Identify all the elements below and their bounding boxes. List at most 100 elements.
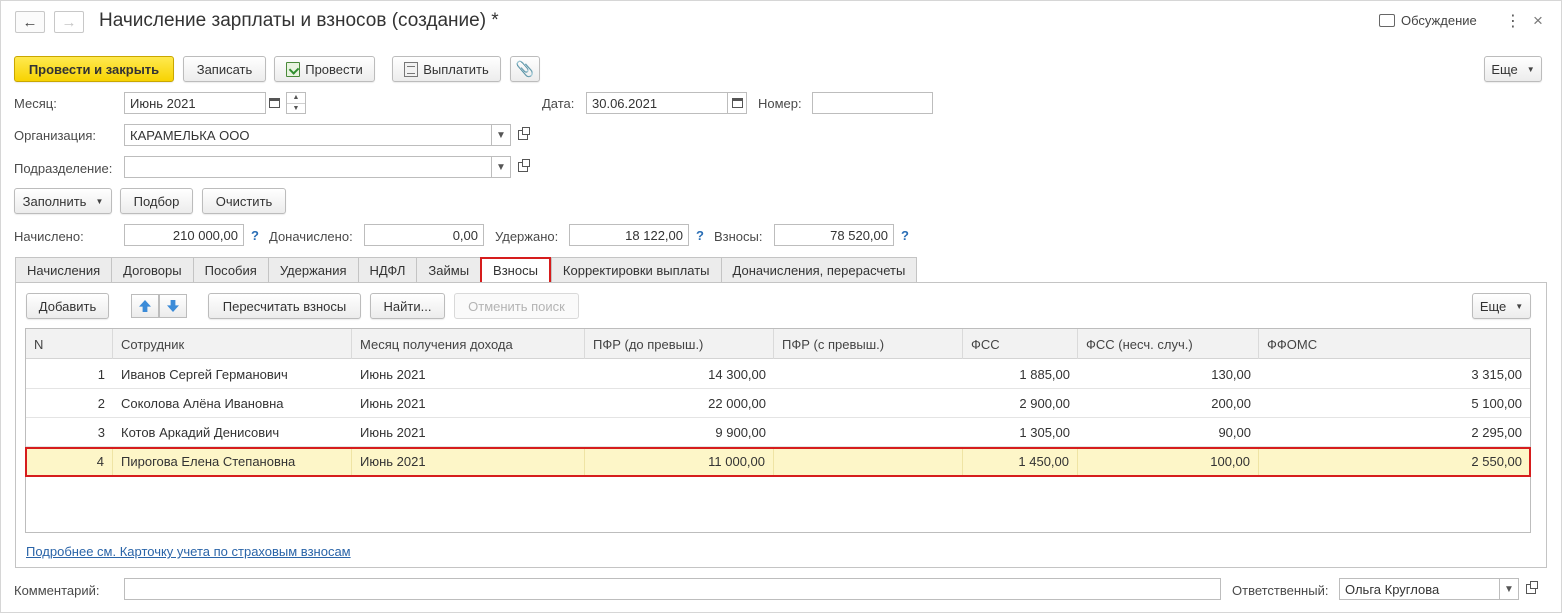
cell-pfr-above [774,447,963,476]
cell-n: 4 [26,447,113,476]
forward-button[interactable]: → [54,11,84,33]
tab-ndfl[interactable]: НДФЛ [357,257,417,283]
column-header-fss[interactable]: ФСС [963,329,1078,359]
discussion-label: Обсуждение [1401,13,1477,28]
organization-input[interactable]: КАРАМЕЛЬКА ООО [124,124,493,146]
month-input[interactable]: Июнь 2021 [124,92,266,114]
column-header-employee[interactable]: Сотрудник [113,329,352,359]
tab-recalculations[interactable]: Доначисления, перерасчеты [720,257,918,283]
find-button[interactable]: Найти... [370,293,445,319]
responsible-label: Ответственный: [1232,583,1329,598]
cell-income-month: Июнь 2021 [360,396,426,411]
clear-button[interactable]: Очистить [202,188,286,214]
table-header: N Сотрудник Месяц получения дохода ПФР (… [26,329,1530,359]
cell-income-month: Июнь 2021 [360,367,426,382]
add-row-button[interactable]: Добавить [26,293,109,319]
post-and-close-button[interactable]: Провести и закрыть [14,56,174,82]
organization-dropdown-button[interactable]: ▼ [491,124,511,146]
contributions-label: Взносы: [714,229,763,244]
column-header-income-month[interactable]: Месяц получения дохода [352,329,585,359]
cell-fss: 1 450,00 [963,447,1078,476]
date-input[interactable]: 30.06.2021 [586,92,728,114]
tab-accruals[interactable]: Начисления [15,257,112,283]
save-button[interactable]: Записать [183,56,266,82]
chevron-down-icon[interactable]: ▼ [287,104,305,114]
move-down-button[interactable] [159,294,187,318]
month-stepper[interactable]: ▲ ▼ [286,92,306,114]
contributions-help-icon[interactable]: ? [901,228,909,243]
chevron-down-icon: ▼ [95,196,104,206]
table-row[interactable]: 1 Иванов Сергей Германович Июнь 2021 14 … [26,360,1530,389]
tab-deductions[interactable]: Удержания [267,257,358,283]
department-input[interactable] [124,156,493,178]
chevron-down-icon: ▼ [1526,64,1535,74]
open-window-icon [518,127,530,140]
column-header-fss-accident[interactable]: ФСС (несч. случ.) [1078,329,1259,359]
table-row[interactable]: 3 Котов Аркадий Денисович Июнь 2021 9 90… [26,418,1530,447]
column-header-ffoms[interactable]: ФФОМС [1259,329,1530,359]
comment-input[interactable] [124,578,1221,600]
cell-employee: Котов Аркадий Денисович [121,425,280,440]
extra-accrued-label: Доначислено: [269,229,353,244]
add-label: Добавить [38,298,97,314]
clear-label: Очистить [215,193,273,209]
pay-button[interactable]: Выплатить [392,56,501,82]
number-label: Номер: [758,96,802,111]
more-label: Еще [1491,61,1518,77]
chat-icon [1379,14,1395,27]
responsible-dropdown-button[interactable]: ▼ [1499,578,1519,600]
column-header-pfr-above[interactable]: ПФР (с превыш.) [774,329,963,359]
tab-benefits[interactable]: Пособия [192,257,268,283]
fill-button[interactable]: Заполнить ▼ [14,188,112,214]
cell-ffoms: 2 295,00 [1471,425,1522,440]
tab-contributions[interactable]: Взносы [480,257,551,284]
tab-payment-adjustments[interactable]: Корректировки выплаты [550,257,721,283]
extra-accrued-value: 0,00 [364,224,484,246]
save-label: Записать [196,61,253,77]
withheld-help-icon[interactable]: ? [696,228,704,243]
accrued-help-icon[interactable]: ? [251,228,259,243]
chevron-down-icon: ▼ [496,129,506,141]
table-row[interactable]: 2 Соколова Алёна Ивановна Июнь 2021 22 0… [26,389,1530,418]
page-title: Начисление зарплаты и взносов (создание)… [99,10,499,31]
panel-more-button[interactable]: Еще ▼ [1472,293,1531,319]
number-input[interactable] [812,92,933,114]
move-up-button[interactable] [131,294,159,318]
chevron-up-icon[interactable]: ▲ [287,93,305,104]
table-row-selected[interactable]: 4 Пирогова Елена Степановна Июнь 2021 11… [26,447,1530,476]
tab-bar: Начисления Договоры Пособия Удержания НД… [15,257,918,284]
discussion-button[interactable]: Обсуждение [1379,13,1477,28]
more-actions-icon[interactable]: ⋮ [1505,11,1521,31]
calendar-icon [268,98,280,108]
contributions-table: N Сотрудник Месяц получения дохода ПФР (… [25,328,1531,533]
tab-loans[interactable]: Займы [416,257,481,283]
more-menu-button[interactable]: Еще ▼ [1484,56,1542,82]
cell-pfr-below: 11 000,00 [585,447,774,476]
pick-button[interactable]: Подбор [120,188,193,214]
close-icon[interactable]: × [1533,11,1543,31]
organization-open-button[interactable] [513,124,533,146]
column-header-n[interactable]: N [26,329,113,359]
cancel-search-button[interactable]: Отменить поиск [454,293,579,319]
cell-n: 2 [97,396,105,411]
date-calendar-button[interactable] [727,92,747,114]
cell-ffoms: 3 315,00 [1471,367,1522,382]
post-button[interactable]: Провести [274,56,375,82]
column-header-pfr-below[interactable]: ПФР (до превыш.) [585,329,774,359]
department-open-button[interactable] [513,156,533,178]
attach-button[interactable]: 📎 [510,56,540,82]
open-window-icon [1526,581,1538,594]
back-button[interactable]: ← [15,11,45,33]
department-dropdown-button[interactable]: ▼ [491,156,511,178]
recalculate-contributions-button[interactable]: Пересчитать взносы [208,293,361,319]
tab-contracts[interactable]: Договоры [111,257,193,283]
responsible-input[interactable]: Ольга Круглова [1339,578,1501,600]
arrow-right-icon: → [61,13,77,31]
responsible-open-button[interactable] [1521,578,1541,600]
cell-fss-accident: 200,00 [1211,396,1251,411]
insurance-card-link[interactable]: Подробнее см. Карточку учета по страховы… [26,544,351,559]
accrued-label: Начислено: [14,229,84,244]
month-calendar-button[interactable] [264,92,284,114]
cell-employee: Пирогова Елена Степановна [113,447,352,476]
payment-document-icon [404,61,419,77]
